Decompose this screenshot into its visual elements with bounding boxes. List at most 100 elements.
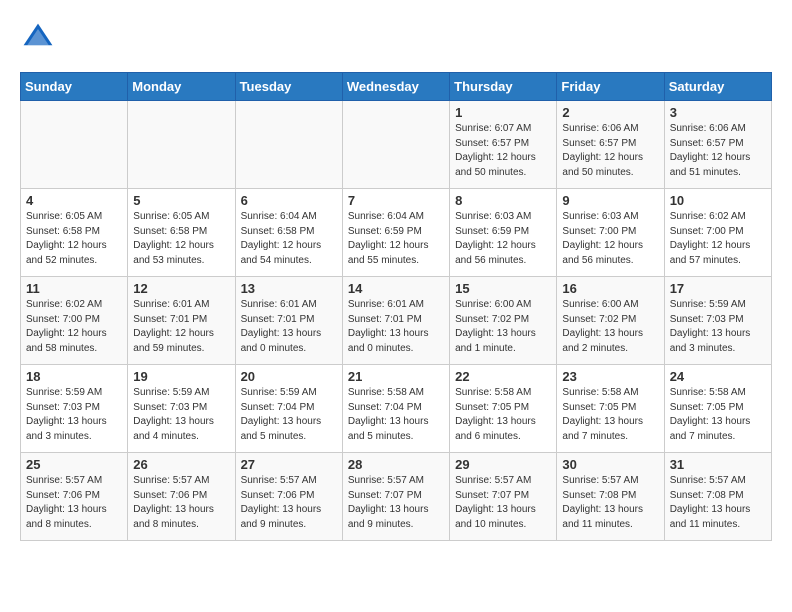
day-info: Sunrise: 6:02 AM Sunset: 7:00 PM Dayligh… bbox=[26, 298, 122, 356]
day-number: 14 bbox=[348, 281, 444, 296]
calendar-week-3: 11 Sunrise: 6:02 AM Sunset: 7:00 PM Dayli… bbox=[21, 277, 772, 365]
day-info: Sunrise: 6:01 AM Sunset: 7:01 PM Dayligh… bbox=[241, 298, 337, 356]
calendar-cell: 15 Sunrise: 6:00 AM Sunset: 7:02 PM Dayli… bbox=[450, 277, 557, 365]
day-number: 18 bbox=[26, 369, 122, 384]
day-info: Sunrise: 6:03 AM Sunset: 7:00 PM Dayligh… bbox=[562, 210, 658, 268]
calendar-cell: 21 Sunrise: 5:58 AM Sunset: 7:04 PM Dayli… bbox=[342, 365, 449, 453]
day-number: 17 bbox=[670, 281, 766, 296]
day-number: 6 bbox=[241, 193, 337, 208]
weekday-header-tuesday: Tuesday bbox=[235, 73, 342, 101]
calendar-week-2: 4 Sunrise: 6:05 AM Sunset: 6:58 PM Daylig… bbox=[21, 189, 772, 277]
day-number: 10 bbox=[670, 193, 766, 208]
day-number: 20 bbox=[241, 369, 337, 384]
calendar-cell: 3 Sunrise: 6:06 AM Sunset: 6:57 PM Daylig… bbox=[664, 101, 771, 189]
day-info: Sunrise: 5:58 AM Sunset: 7:05 PM Dayligh… bbox=[562, 386, 658, 444]
day-number: 16 bbox=[562, 281, 658, 296]
calendar-cell bbox=[21, 101, 128, 189]
day-info: Sunrise: 6:01 AM Sunset: 7:01 PM Dayligh… bbox=[348, 298, 444, 356]
weekday-header-friday: Friday bbox=[557, 73, 664, 101]
calendar-cell: 31 Sunrise: 5:57 AM Sunset: 7:08 PM Dayli… bbox=[664, 453, 771, 541]
calendar-header-row: SundayMondayTuesdayWednesdayThursdayFrid… bbox=[21, 73, 772, 101]
calendar-cell: 16 Sunrise: 6:00 AM Sunset: 7:02 PM Dayli… bbox=[557, 277, 664, 365]
day-number: 19 bbox=[133, 369, 229, 384]
day-number: 11 bbox=[26, 281, 122, 296]
calendar-cell bbox=[128, 101, 235, 189]
day-number: 24 bbox=[670, 369, 766, 384]
day-number: 7 bbox=[348, 193, 444, 208]
day-info: Sunrise: 5:59 AM Sunset: 7:03 PM Dayligh… bbox=[670, 298, 766, 356]
calendar-cell: 5Sunrise: 6:05 AM Sunset: 6:58 PM Daylig… bbox=[128, 189, 235, 277]
weekday-header-wednesday: Wednesday bbox=[342, 73, 449, 101]
day-number: 22 bbox=[455, 369, 551, 384]
day-info: Sunrise: 5:58 AM Sunset: 7:05 PM Dayligh… bbox=[670, 386, 766, 444]
weekday-header-sunday: Sunday bbox=[21, 73, 128, 101]
calendar-cell: 22 Sunrise: 5:58 AM Sunset: 7:05 PM Dayli… bbox=[450, 365, 557, 453]
calendar-cell bbox=[342, 101, 449, 189]
calendar-week-5: 25 Sunrise: 5:57 AM Sunset: 7:06 PM Dayli… bbox=[21, 453, 772, 541]
day-number: 25 bbox=[26, 457, 122, 472]
day-info: Sunrise: 5:57 AM Sunset: 7:06 PM Dayligh… bbox=[241, 474, 337, 532]
day-info: Sunrise: 6:04 AM Sunset: 6:58 PM Dayligh… bbox=[241, 210, 337, 268]
day-number: 29 bbox=[455, 457, 551, 472]
calendar-cell: 20 Sunrise: 5:59 AM Sunset: 7:04 PM Dayli… bbox=[235, 365, 342, 453]
day-number: 28 bbox=[348, 457, 444, 472]
calendar-cell: 11 Sunrise: 6:02 AM Sunset: 7:00 PM Dayli… bbox=[21, 277, 128, 365]
day-info: Sunrise: 5:57 AM Sunset: 7:07 PM Dayligh… bbox=[455, 474, 551, 532]
calendar-cell: 9Sunrise: 6:03 AM Sunset: 7:00 PM Daylig… bbox=[557, 189, 664, 277]
day-info: Sunrise: 5:57 AM Sunset: 7:08 PM Dayligh… bbox=[670, 474, 766, 532]
calendar-cell: 28 Sunrise: 5:57 AM Sunset: 7:07 PM Dayli… bbox=[342, 453, 449, 541]
day-info: Sunrise: 6:05 AM Sunset: 6:58 PM Dayligh… bbox=[133, 210, 229, 268]
day-info: Sunrise: 6:00 AM Sunset: 7:02 PM Dayligh… bbox=[455, 298, 551, 356]
day-number: 1 bbox=[455, 105, 551, 120]
calendar-cell: 10 Sunrise: 6:02 AM Sunset: 7:00 PM Dayli… bbox=[664, 189, 771, 277]
weekday-header-saturday: Saturday bbox=[664, 73, 771, 101]
calendar-cell: 14 Sunrise: 6:01 AM Sunset: 7:01 PM Dayli… bbox=[342, 277, 449, 365]
day-info: Sunrise: 6:00 AM Sunset: 7:02 PM Dayligh… bbox=[562, 298, 658, 356]
day-number: 31 bbox=[670, 457, 766, 472]
day-info: Sunrise: 5:59 AM Sunset: 7:03 PM Dayligh… bbox=[133, 386, 229, 444]
day-info: Sunrise: 5:59 AM Sunset: 7:04 PM Dayligh… bbox=[241, 386, 337, 444]
day-info: Sunrise: 6:01 AM Sunset: 7:01 PM Dayligh… bbox=[133, 298, 229, 356]
day-number: 2 bbox=[562, 105, 658, 120]
calendar-table: SundayMondayTuesdayWednesdayThursdayFrid… bbox=[20, 72, 772, 541]
logo-icon bbox=[20, 20, 56, 56]
day-number: 8 bbox=[455, 193, 551, 208]
calendar-cell: 4 Sunrise: 6:05 AM Sunset: 6:58 PM Daylig… bbox=[21, 189, 128, 277]
calendar-cell: 19 Sunrise: 5:59 AM Sunset: 7:03 PM Dayli… bbox=[128, 365, 235, 453]
day-info: Sunrise: 6:05 AM Sunset: 6:58 PM Dayligh… bbox=[26, 210, 122, 268]
weekday-header-monday: Monday bbox=[128, 73, 235, 101]
calendar-cell: 23 Sunrise: 5:58 AM Sunset: 7:05 PM Dayli… bbox=[557, 365, 664, 453]
day-info: Sunrise: 6:02 AM Sunset: 7:00 PM Dayligh… bbox=[670, 210, 766, 268]
page-header bbox=[20, 20, 772, 56]
calendar-cell: 2Sunrise: 6:06 AM Sunset: 6:57 PM Daylig… bbox=[557, 101, 664, 189]
day-number: 15 bbox=[455, 281, 551, 296]
day-info: Sunrise: 5:57 AM Sunset: 7:07 PM Dayligh… bbox=[348, 474, 444, 532]
day-info: Sunrise: 5:59 AM Sunset: 7:03 PM Dayligh… bbox=[26, 386, 122, 444]
calendar-cell: 24 Sunrise: 5:58 AM Sunset: 7:05 PM Dayli… bbox=[664, 365, 771, 453]
day-info: Sunrise: 6:06 AM Sunset: 6:57 PM Dayligh… bbox=[670, 122, 766, 180]
calendar-cell: 25Sunrise: 5:57 AM Sunset: 7:06 PM Dayli… bbox=[21, 453, 128, 541]
calendar-cell: 26Sunrise: 5:57 AM Sunset: 7:06 PM Dayli… bbox=[128, 453, 235, 541]
day-info: Sunrise: 5:58 AM Sunset: 7:05 PM Dayligh… bbox=[455, 386, 551, 444]
calendar-week-4: 18 Sunrise: 5:59 AM Sunset: 7:03 PM Dayli… bbox=[21, 365, 772, 453]
calendar-cell: 27 Sunrise: 5:57 AM Sunset: 7:06 PM Dayli… bbox=[235, 453, 342, 541]
calendar-cell bbox=[235, 101, 342, 189]
day-number: 23 bbox=[562, 369, 658, 384]
calendar-cell: 7Sunrise: 6:04 AM Sunset: 6:59 PM Daylig… bbox=[342, 189, 449, 277]
calendar-cell: 30Sunrise: 5:57 AM Sunset: 7:08 PM Dayli… bbox=[557, 453, 664, 541]
day-number: 4 bbox=[26, 193, 122, 208]
calendar-cell: 17 Sunrise: 5:59 AM Sunset: 7:03 PM Dayli… bbox=[664, 277, 771, 365]
calendar-cell: 13 Sunrise: 6:01 AM Sunset: 7:01 PM Dayli… bbox=[235, 277, 342, 365]
day-info: Sunrise: 5:58 AM Sunset: 7:04 PM Dayligh… bbox=[348, 386, 444, 444]
calendar-cell: 29 Sunrise: 5:57 AM Sunset: 7:07 PM Dayli… bbox=[450, 453, 557, 541]
day-info: Sunrise: 5:57 AM Sunset: 7:06 PM Dayligh… bbox=[133, 474, 229, 532]
day-number: 13 bbox=[241, 281, 337, 296]
calendar-cell: 18 Sunrise: 5:59 AM Sunset: 7:03 PM Dayli… bbox=[21, 365, 128, 453]
day-number: 3 bbox=[670, 105, 766, 120]
day-number: 27 bbox=[241, 457, 337, 472]
day-number: 30 bbox=[562, 457, 658, 472]
calendar-cell: 6 Sunrise: 6:04 AM Sunset: 6:58 PM Daylig… bbox=[235, 189, 342, 277]
day-number: 21 bbox=[348, 369, 444, 384]
day-info: Sunrise: 6:03 AM Sunset: 6:59 PM Dayligh… bbox=[455, 210, 551, 268]
calendar-cell: 12Sunrise: 6:01 AM Sunset: 7:01 PM Dayli… bbox=[128, 277, 235, 365]
